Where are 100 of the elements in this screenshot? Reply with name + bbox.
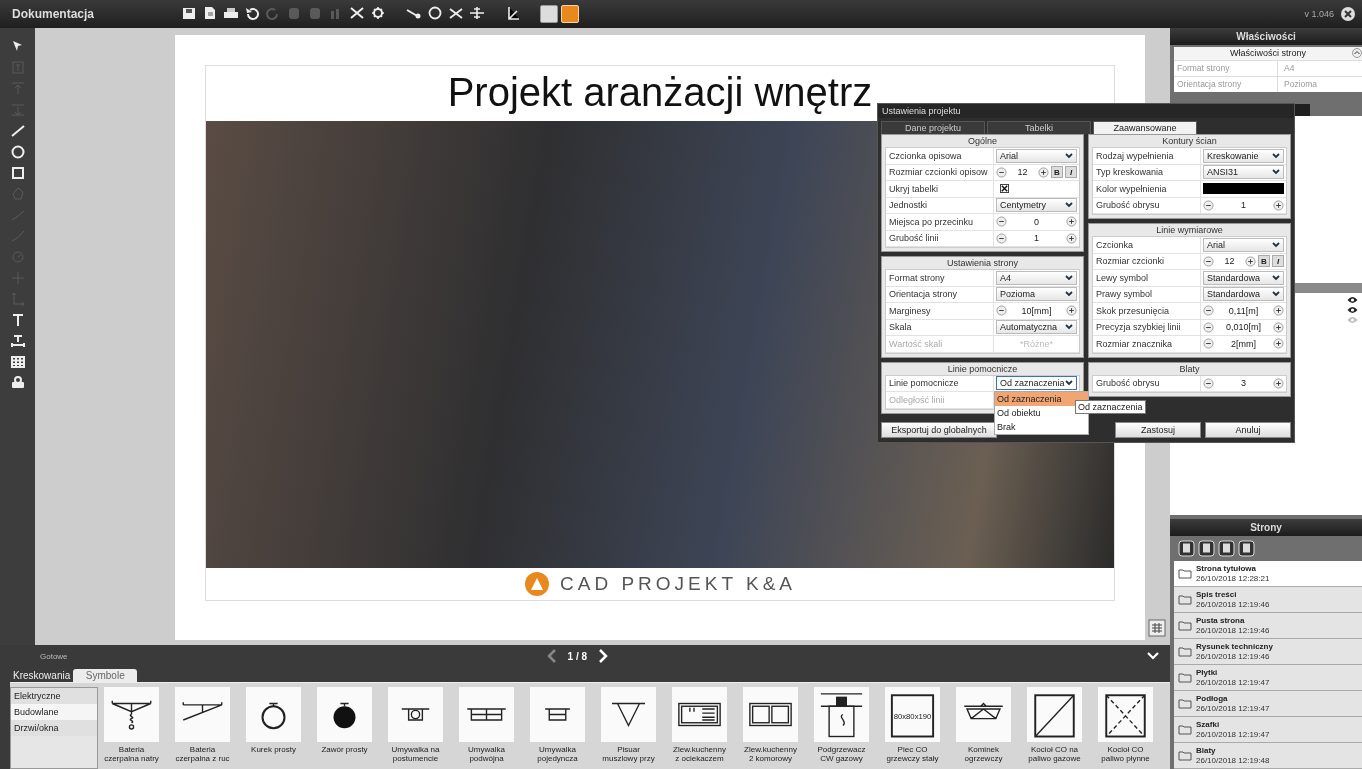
eye-icon[interactable]	[1347, 295, 1358, 304]
plus-icon[interactable]	[1273, 377, 1284, 389]
tab[interactable]: Symbole	[73, 669, 138, 682]
minus-icon[interactable]	[996, 305, 1007, 317]
page-image-icon[interactable]	[1218, 540, 1235, 557]
table-icon[interactable]	[8, 353, 27, 371]
tab[interactable]: Tabelki	[987, 121, 1091, 134]
minus-icon[interactable]	[1203, 377, 1214, 389]
plus-icon[interactable]	[1038, 166, 1049, 178]
symbol-tile[interactable]	[317, 687, 372, 742]
dropdown[interactable]: Od zaznaczenia	[996, 376, 1077, 391]
dropdown[interactable]: Centymetry	[996, 198, 1077, 213]
plus-icon[interactable]	[1273, 199, 1284, 211]
bold-button[interactable]: B	[1258, 255, 1270, 268]
grid-icon[interactable]	[1148, 619, 1166, 637]
italic-button[interactable]: I	[1272, 255, 1284, 268]
tab[interactable]: Dane projektu	[881, 121, 985, 134]
symbol-tile[interactable]: 80x80x190	[885, 687, 940, 742]
symbol-tile[interactable]	[104, 687, 159, 742]
page-item[interactable]: Podłoga 26/10/2018 12:19:47	[1174, 691, 1362, 717]
plus-icon[interactable]	[1066, 232, 1077, 244]
page-item[interactable]: Rysunek techniczny 26/10/2018 12:19:46	[1174, 639, 1362, 665]
dropdown[interactable]: Standardowa	[1203, 287, 1284, 302]
number-field[interactable]: 0,010[m]	[1216, 322, 1271, 333]
plus-icon[interactable]	[1273, 321, 1284, 333]
dropdown[interactable]: Arial	[1203, 237, 1284, 252]
dialog-button[interactable]: Zastosuj	[1115, 421, 1201, 438]
symbol-tile[interactable]	[175, 687, 230, 742]
checkbox[interactable]	[1000, 184, 1009, 194]
previous-icon[interactable]	[545, 649, 558, 663]
dropdown[interactable]: Pozioma	[996, 287, 1077, 302]
minus-icon[interactable]	[1203, 305, 1214, 317]
page-item[interactable]: Szafki 26/10/2018 12:19:47	[1174, 717, 1362, 743]
symbol-tile[interactable]	[743, 687, 798, 742]
bold-button[interactable]: B	[1051, 166, 1063, 179]
number-field[interactable]: 0	[1009, 216, 1064, 227]
page-date: 26/10/2018 12:19:48	[1196, 756, 1270, 765]
category-item[interactable]: Budowlane	[11, 704, 97, 720]
plus-icon[interactable]	[1273, 305, 1284, 317]
eye-icon[interactable]	[1347, 305, 1358, 314]
plus-icon[interactable]	[1273, 338, 1284, 350]
page-item[interactable]: Strona tytułowa 26/10/2018 12:28:21	[1174, 561, 1362, 587]
minus-icon[interactable]	[996, 232, 1007, 244]
dropdown[interactable]: A4	[996, 270, 1077, 285]
dropdown[interactable]: Standardowa	[1203, 270, 1284, 285]
dropdown[interactable]: Arial	[996, 148, 1077, 163]
dropdown[interactable]: Automatyczna	[996, 320, 1077, 335]
symbol-tile[interactable]	[246, 687, 301, 742]
plus-icon[interactable]	[1245, 255, 1256, 267]
symbol-tile[interactable]	[814, 687, 869, 742]
page-icon[interactable]	[1198, 540, 1215, 557]
dimension-text-icon[interactable]	[8, 332, 27, 350]
page-item[interactable]: Pusta strona 26/10/2018 12:19:46	[1174, 613, 1362, 639]
number-field[interactable]: 12	[1216, 256, 1243, 267]
minus-icon[interactable]	[996, 166, 1007, 178]
symbol-tile[interactable]	[1098, 687, 1153, 742]
number-field[interactable]: 2[mm]	[1216, 338, 1271, 349]
number-field[interactable]: 1	[1216, 200, 1271, 211]
symbol-label: Kocioł CO na paliwo gazowe	[1028, 745, 1081, 764]
italic-button[interactable]: I	[1065, 166, 1077, 179]
minus-icon[interactable]	[1203, 199, 1214, 211]
category-item[interactable]: Elektryczne	[11, 688, 97, 704]
symbol-tile[interactable]	[388, 687, 443, 742]
tab[interactable]: Kreskowania	[10, 669, 74, 682]
menu-option[interactable]: Brak	[995, 419, 1088, 434]
plus-icon[interactable]	[1066, 305, 1077, 317]
dialog-button[interactable]: Anuluj	[1205, 421, 1291, 438]
symbol-tile[interactable]	[672, 687, 727, 742]
minus-icon[interactable]	[996, 216, 1007, 228]
symbol-tile[interactable]	[956, 687, 1011, 742]
collapse-icon[interactable]	[1352, 48, 1362, 59]
minus-icon[interactable]	[1203, 338, 1214, 350]
page-item[interactable]: Spis treści 26/10/2018 12:19:46	[1174, 587, 1362, 613]
plus-icon[interactable]	[1066, 216, 1077, 228]
chevron-down-icon[interactable]	[1146, 650, 1160, 662]
category-item[interactable]: Drzwi/okna	[11, 720, 97, 736]
add-page-icon[interactable]	[1178, 540, 1195, 557]
export-button[interactable]: Eksportuj do globalnych	[881, 421, 997, 438]
color-swatch[interactable]	[1203, 183, 1284, 195]
page-upload-icon[interactable]	[1238, 540, 1255, 557]
minus-icon[interactable]	[1203, 255, 1214, 267]
symbol-tile[interactable]	[1027, 687, 1082, 742]
page-item[interactable]: Płytki 26/10/2018 12:19:47	[1174, 665, 1362, 691]
dropdown[interactable]: Kreskowanie	[1203, 148, 1284, 163]
number-field[interactable]: 0,11[m]	[1216, 305, 1271, 316]
caret-icon	[1272, 291, 1280, 298]
symbol-tile[interactable]	[459, 687, 514, 742]
dropdown[interactable]: ANSI31	[1203, 165, 1284, 180]
page-item[interactable]: Blaty 26/10/2018 12:19:48	[1174, 743, 1362, 769]
symbol-tile[interactable]	[601, 687, 656, 742]
number-field[interactable]: 3	[1216, 378, 1271, 389]
number-field[interactable]: 10[mm]	[1009, 305, 1064, 316]
undo-icon[interactable]	[243, 5, 261, 23]
minus-icon[interactable]	[1203, 321, 1214, 333]
next-icon[interactable]	[597, 649, 610, 663]
symbol-tile[interactable]	[530, 687, 585, 742]
number-field[interactable]: 1	[1009, 233, 1064, 244]
exit-icon[interactable]	[1340, 6, 1356, 22]
tab[interactable]: Zaawansowane	[1093, 121, 1197, 134]
number-field[interactable]: 12	[1009, 167, 1036, 178]
